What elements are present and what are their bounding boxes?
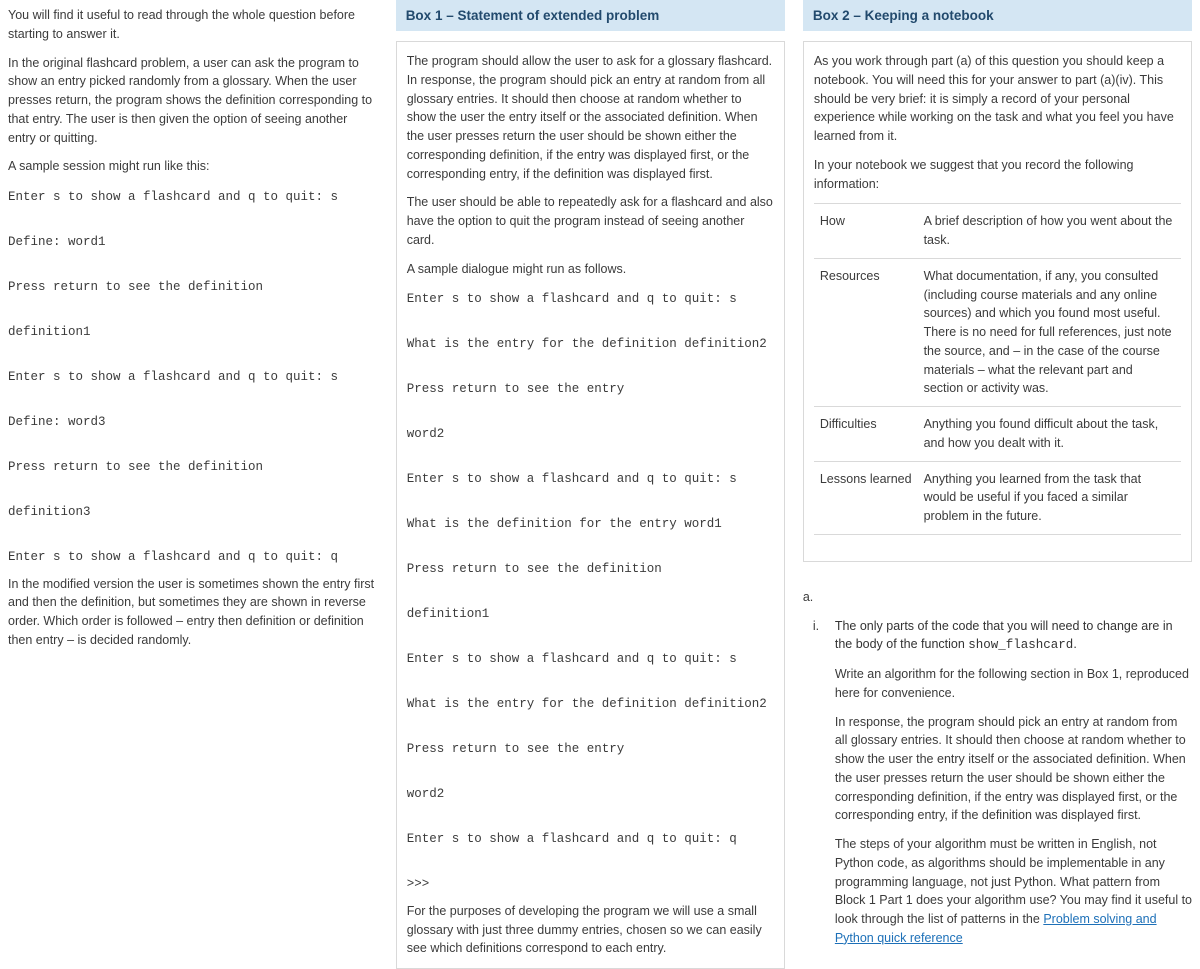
box2-title: Box 2 – Keeping a notebook	[803, 0, 1192, 31]
notebook-value: What documentation, if any, you consulte…	[918, 258, 1181, 406]
box1-sample-dialogue: Enter s to show a flashcard and q to qui…	[407, 288, 774, 896]
notebook-value: Anything you found difficult about the t…	[918, 407, 1181, 462]
box1-p3: A sample dialogue might run as follows.	[407, 260, 774, 279]
intro-sample-label: A sample session might run like this:	[8, 157, 378, 176]
ai-fn-name: show_flashcard	[968, 638, 1073, 652]
box1-column: Box 1 – Statement of extended problem Th…	[396, 0, 785, 590]
intro-original-problem: In the original flashcard problem, a use…	[8, 54, 378, 148]
question-a: a. i. The only parts of the code that yo…	[803, 588, 1192, 948]
box2-body: As you work through part (a) of this que…	[803, 41, 1192, 562]
notebook-key: Difficulties	[814, 407, 918, 462]
notebook-row: HowA brief description of how you went a…	[814, 204, 1181, 259]
box1-title: Box 1 – Statement of extended problem	[396, 0, 785, 31]
notebook-row: DifficultiesAnything you found difficult…	[814, 407, 1181, 462]
box1-body: The program should allow the user to ask…	[396, 41, 785, 969]
ai-write-algo: Write an algorithm for the following sec…	[835, 665, 1192, 703]
notebook-table: HowA brief description of how you went a…	[814, 203, 1181, 535]
intro-sample-session: Enter s to show a flashcard and q to qui…	[8, 186, 378, 569]
notebook-key: Lessons learned	[814, 461, 918, 534]
box2-p2: In your notebook we suggest that you rec…	[814, 156, 1181, 194]
question-a-marker: a.	[803, 588, 1192, 607]
notebook-value: Anything you learned from the task that …	[918, 461, 1181, 534]
ai-steps-english: The steps of your algorithm must be writ…	[835, 835, 1192, 948]
box1-p4: For the purposes of developing the progr…	[407, 902, 774, 958]
box2-p1: As you work through part (a) of this que…	[814, 52, 1181, 146]
question-a-i: i. The only parts of the code that you w…	[835, 617, 1192, 656]
intro-column: You will find it useful to read through …	[8, 0, 378, 590]
ai-quoted-spec: In response, the program should pick an …	[835, 713, 1192, 826]
intro-modified-desc: In the modified version the user is some…	[8, 575, 378, 650]
box1-p2: The user should be able to repeatedly as…	[407, 193, 774, 249]
intro-tip: You will find it useful to read through …	[8, 6, 378, 44]
notebook-key: How	[814, 204, 918, 259]
ai-sentence1b: .	[1073, 637, 1076, 651]
notebook-row: Lessons learnedAnything you learned from…	[814, 461, 1181, 534]
box1-p1: The program should allow the user to ask…	[407, 52, 774, 183]
notebook-row: ResourcesWhat documentation, if any, you…	[814, 258, 1181, 406]
right-column: Box 2 – Keeping a notebook As you work t…	[803, 0, 1192, 590]
notebook-value: A brief description of how you went abou…	[918, 204, 1181, 259]
roman-i: i.	[813, 617, 819, 636]
notebook-key: Resources	[814, 258, 918, 406]
